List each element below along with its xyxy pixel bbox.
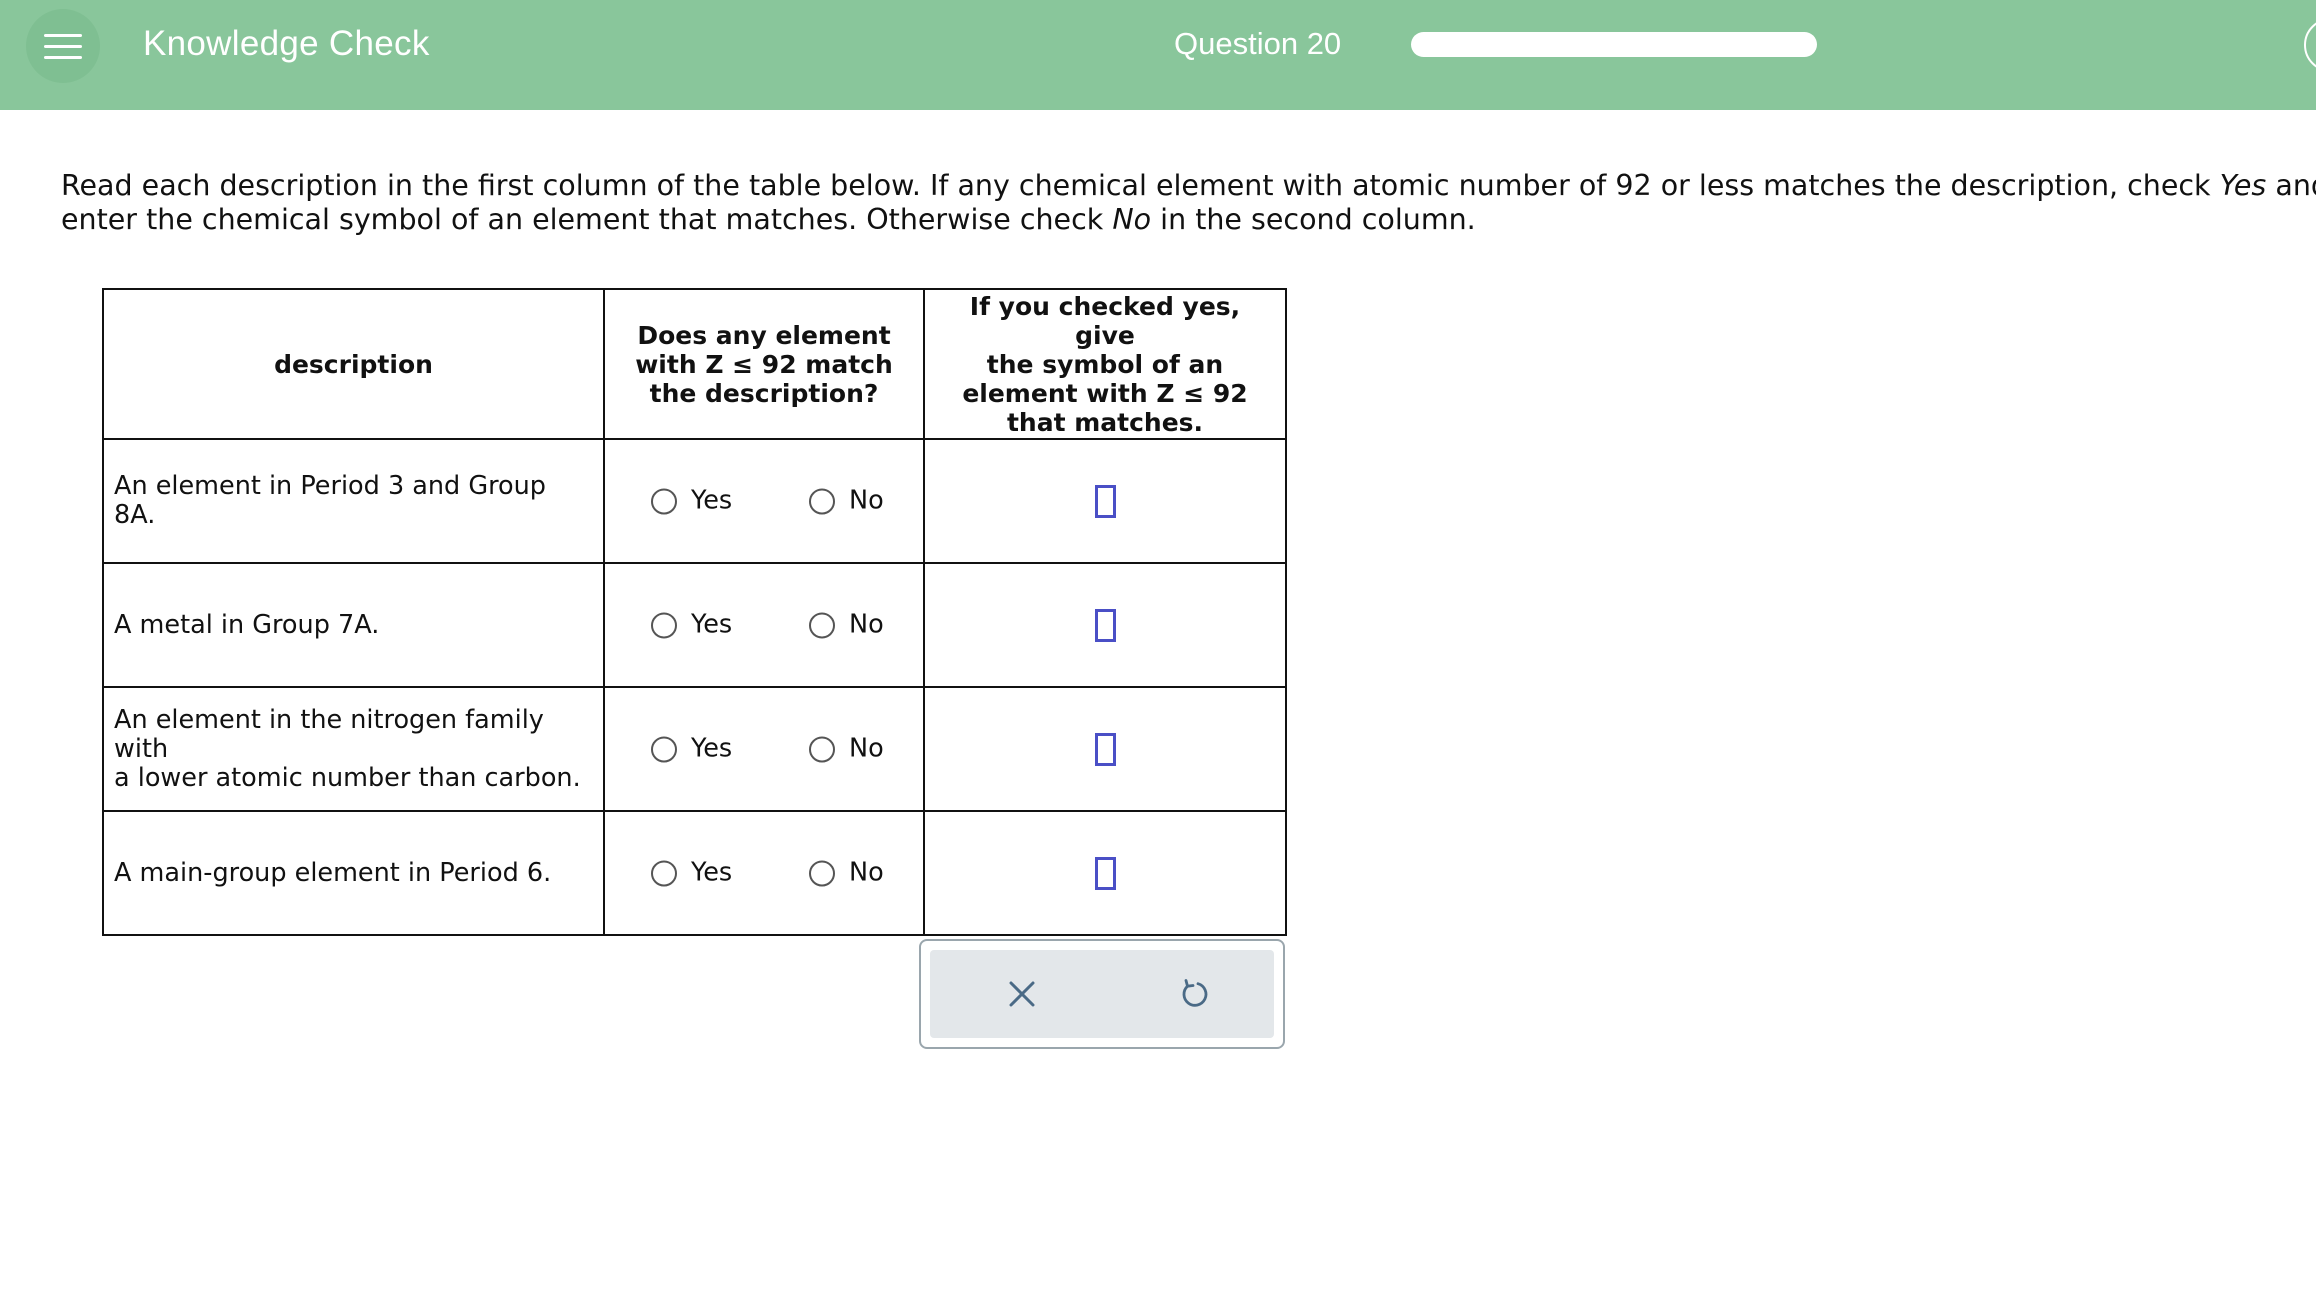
- radio-button[interactable]: [809, 488, 835, 514]
- yes-radio-option[interactable]: Yes: [651, 734, 732, 764]
- no-radio-option[interactable]: No: [809, 858, 884, 888]
- no-radio-option[interactable]: No: [809, 486, 884, 516]
- top-bar: Knowledge Check Question 20: [0, 0, 2316, 110]
- question-prompt: Read each description in the first colum…: [61, 169, 2316, 237]
- prompt-line-1: Read each description in the first colum…: [61, 169, 2316, 202]
- yes-radio-option[interactable]: Yes: [651, 858, 732, 888]
- undo-icon: [1182, 979, 1208, 1007]
- row-choices: Yes No: [603, 810, 925, 936]
- table-row: An element in the nitrogen family with a…: [102, 686, 1287, 812]
- row-answer-cell: [923, 810, 1287, 936]
- row-answer-cell: [923, 562, 1287, 688]
- no-radio-option[interactable]: No: [809, 734, 884, 764]
- prompt-line-2: enter the chemical symbol of an element …: [61, 203, 1476, 236]
- question-table: description Does any element with Z ≤ 92…: [102, 288, 1287, 936]
- undo-button[interactable]: [1166, 966, 1222, 1022]
- header-symbol: If you checked yes, give the symbol of a…: [923, 288, 1287, 440]
- row-description: A main-group element in Period 6.: [102, 810, 605, 936]
- progress-bar: [1411, 32, 1817, 57]
- header-description: description: [102, 288, 605, 440]
- table-row: A metal in Group 7A. Yes No: [102, 562, 1287, 688]
- hamburger-icon: [44, 33, 82, 37]
- radio-button[interactable]: [651, 736, 677, 762]
- menu-button[interactable]: [26, 9, 100, 83]
- row-description: An element in the nitrogen family with a…: [102, 686, 605, 812]
- row-choices: Yes No: [603, 438, 925, 564]
- symbol-input[interactable]: [1094, 608, 1116, 642]
- symbol-input[interactable]: [1094, 484, 1116, 518]
- table-header-row: description Does any element with Z ≤ 92…: [102, 288, 1287, 440]
- header-match: Does any element with Z ≤ 92 match the d…: [603, 288, 925, 440]
- symbol-input[interactable]: [1094, 856, 1116, 890]
- table-row: A main-group element in Period 6. Yes No: [102, 810, 1287, 936]
- progress-fill: [1411, 32, 1817, 57]
- row-answer-cell: [923, 686, 1287, 812]
- answer-toolbar: [919, 939, 1285, 1049]
- no-radio-option[interactable]: No: [809, 610, 884, 640]
- radio-button[interactable]: [809, 612, 835, 638]
- row-answer-cell: [923, 438, 1287, 564]
- clear-button[interactable]: [994, 966, 1050, 1022]
- table-row: An element in Period 3 and Group 8A. Yes…: [102, 438, 1287, 564]
- timer-circle-icon[interactable]: [2304, 18, 2316, 72]
- row-choices: Yes No: [603, 686, 925, 812]
- row-choices: Yes No: [603, 562, 925, 688]
- question-number: Question 20: [1174, 26, 1342, 61]
- app-title: Knowledge Check: [143, 24, 430, 63]
- radio-button[interactable]: [809, 736, 835, 762]
- yes-radio-option[interactable]: Yes: [651, 486, 732, 516]
- row-description: An element in Period 3 and Group 8A.: [102, 438, 605, 564]
- toolbar-inner: [930, 950, 1274, 1038]
- radio-button[interactable]: [651, 860, 677, 886]
- radio-button[interactable]: [651, 488, 677, 514]
- symbol-input[interactable]: [1094, 732, 1116, 766]
- radio-button[interactable]: [651, 612, 677, 638]
- yes-radio-option[interactable]: Yes: [651, 610, 732, 640]
- close-icon: [1009, 981, 1035, 1007]
- row-description: A metal in Group 7A.: [102, 562, 605, 688]
- radio-button[interactable]: [809, 860, 835, 886]
